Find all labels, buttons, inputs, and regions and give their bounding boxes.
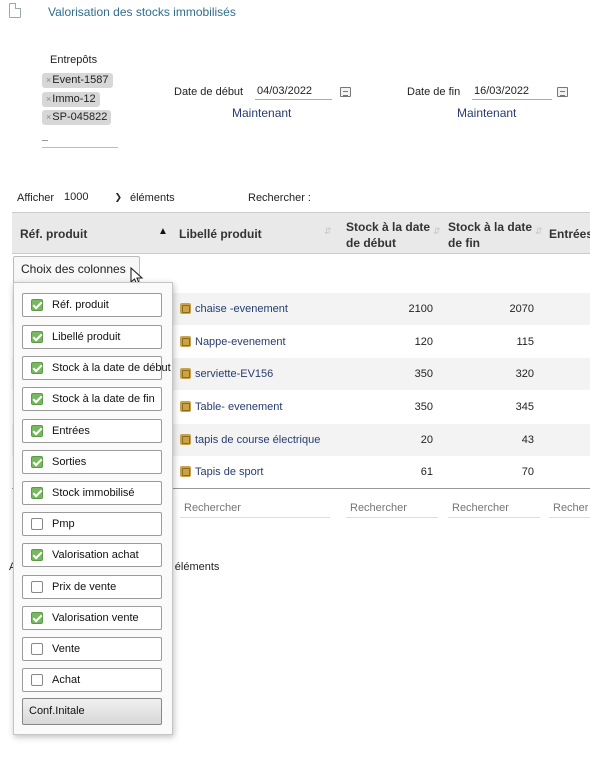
product-label-link[interactable]: chaise -evenement — [195, 293, 288, 325]
calendar-icon[interactable] — [557, 87, 568, 97]
checkbox[interactable] — [31, 299, 43, 311]
col-header-stock-debut[interactable]: Stock à la date de début — [346, 219, 436, 251]
column-option-stock-immobilise[interactable]: Stock immobilisé — [22, 481, 162, 505]
product-box-icon — [180, 434, 191, 445]
stock-fin-cell: 43 — [521, 434, 534, 446]
elements-label: éléments — [130, 192, 175, 204]
column-search-input[interactable] — [180, 498, 330, 518]
product-box-icon — [180, 336, 191, 347]
stock-debut-cell: 20 — [420, 434, 433, 446]
column-option-achat[interactable]: Achat — [22, 668, 162, 692]
checkbox[interactable] — [31, 393, 43, 405]
stock-fin-cell: 115 — [516, 336, 534, 348]
remove-tag-icon[interactable]: × — [46, 94, 51, 104]
end-date-input[interactable]: 16/03/2022 — [472, 84, 552, 100]
sort-icon[interactable]: ⇵ — [535, 226, 543, 237]
warehouse-tag[interactable]: ×Immo-12 — [42, 92, 100, 107]
start-date-input[interactable]: 04/03/2022 — [255, 84, 332, 100]
checkbox[interactable] — [31, 362, 43, 374]
col-header-entrees[interactable]: Entrées — [549, 227, 590, 241]
calendar-icon[interactable] — [340, 87, 351, 97]
checkbox[interactable] — [31, 425, 43, 437]
document-icon — [9, 3, 21, 18]
col-header-stock-fin[interactable]: Stock à la date de fin — [448, 219, 538, 251]
end-date-label: Date de fin — [407, 86, 461, 98]
warehouse-tag[interactable]: ×SP-045822 — [42, 110, 112, 125]
checkbox[interactable] — [31, 456, 43, 468]
warehouse-input-caret — [42, 140, 48, 141]
stock-debut-cell: 61 — [420, 466, 433, 478]
product-label-link[interactable]: Table- evenement — [195, 391, 282, 423]
page-length-label: Afficher — [17, 192, 55, 204]
chevron-down-icon: ❯ — [114, 192, 122, 202]
column-option-entrees[interactable]: Entrées — [22, 419, 162, 443]
stock-fin-cell: 70 — [521, 466, 534, 478]
sort-asc-icon[interactable]: ▲ — [158, 226, 168, 237]
checkbox[interactable] — [31, 331, 43, 343]
stock-fin-cell: 320 — [515, 368, 534, 380]
stock-debut-cell: 2100 — [408, 303, 433, 315]
column-option-pmp[interactable]: Pmp — [22, 512, 162, 536]
checkbox[interactable] — [31, 581, 43, 593]
column-search-input[interactable] — [549, 498, 590, 518]
column-search-input[interactable] — [346, 498, 438, 518]
col-header-ref[interactable]: Réf. produit — [20, 227, 87, 241]
reset-columns-button[interactable]: Conf.Initale — [22, 698, 162, 725]
page-length-select[interactable]: 1000 ❯ — [62, 189, 126, 206]
end-date-now-link[interactable]: Maintenant — [457, 106, 516, 120]
sort-icon[interactable]: ⇵ — [324, 226, 332, 237]
column-option-vente[interactable]: Vente — [22, 637, 162, 661]
checkbox[interactable] — [31, 549, 43, 561]
product-label-link[interactable]: tapis de course électrique — [195, 424, 320, 456]
search-input[interactable] — [318, 188, 588, 206]
start-date-label: Date de début — [174, 86, 244, 98]
stock-debut-cell: 120 — [414, 336, 433, 348]
warehouse-tag[interactable]: ×Event-1587 — [42, 73, 113, 88]
warehouse-search-input[interactable] — [42, 142, 118, 148]
column-chooser-button[interactable]: Choix des colonnes — [13, 256, 140, 283]
column-option-ref[interactable]: Réf. produit — [22, 293, 162, 317]
checkbox[interactable] — [31, 643, 43, 655]
page-title: Valorisation des stocks immobilisés — [48, 5, 236, 19]
column-search-input[interactable] — [448, 498, 540, 518]
sort-icon[interactable]: ⇵ — [433, 226, 441, 237]
product-box-icon — [180, 466, 191, 477]
column-option-stock-fin[interactable]: Stock à la date de fin — [22, 387, 162, 411]
product-box-icon — [180, 401, 191, 412]
product-box-icon — [180, 303, 191, 314]
stock-debut-cell: 350 — [414, 368, 433, 380]
column-option-valorisation-achat[interactable]: Valorisation achat — [22, 543, 162, 567]
product-box-icon — [180, 368, 191, 379]
table-header: Réf. produit ▲ Libellé produit ⇵ Stock à… — [12, 212, 590, 254]
remove-tag-icon[interactable]: × — [46, 112, 51, 122]
start-date-now-link[interactable]: Maintenant — [232, 106, 291, 120]
product-label-link[interactable]: Nappe-evenement — [195, 326, 286, 358]
stock-fin-cell: 2070 — [509, 303, 534, 315]
column-option-stock-debut[interactable]: Stock à la date de début — [22, 356, 171, 380]
column-option-sorties[interactable]: Sorties — [22, 450, 162, 474]
stock-fin-cell: 345 — [515, 401, 534, 413]
product-label-link[interactable]: serviette-EV156 — [195, 358, 273, 390]
column-chooser-popup: Réf. produit Libellé produit Stock à la … — [13, 282, 173, 735]
checkbox[interactable] — [31, 612, 43, 624]
search-label: Rechercher : — [248, 192, 311, 204]
warehouses-label: Entrepôts — [50, 54, 98, 66]
remove-tag-icon[interactable]: × — [46, 75, 51, 85]
column-option-libelle[interactable]: Libellé produit — [22, 325, 162, 349]
stock-debut-cell: 350 — [414, 401, 433, 413]
column-option-prix-vente[interactable]: Prix de vente — [22, 575, 162, 599]
column-option-valorisation-vente[interactable]: Valorisation vente — [22, 606, 162, 630]
product-label-link[interactable]: Tapis de sport — [195, 456, 263, 488]
col-header-libelle[interactable]: Libellé produit — [179, 227, 262, 241]
checkbox[interactable] — [31, 518, 43, 530]
checkbox[interactable] — [31, 674, 43, 686]
checkbox[interactable] — [31, 487, 43, 499]
